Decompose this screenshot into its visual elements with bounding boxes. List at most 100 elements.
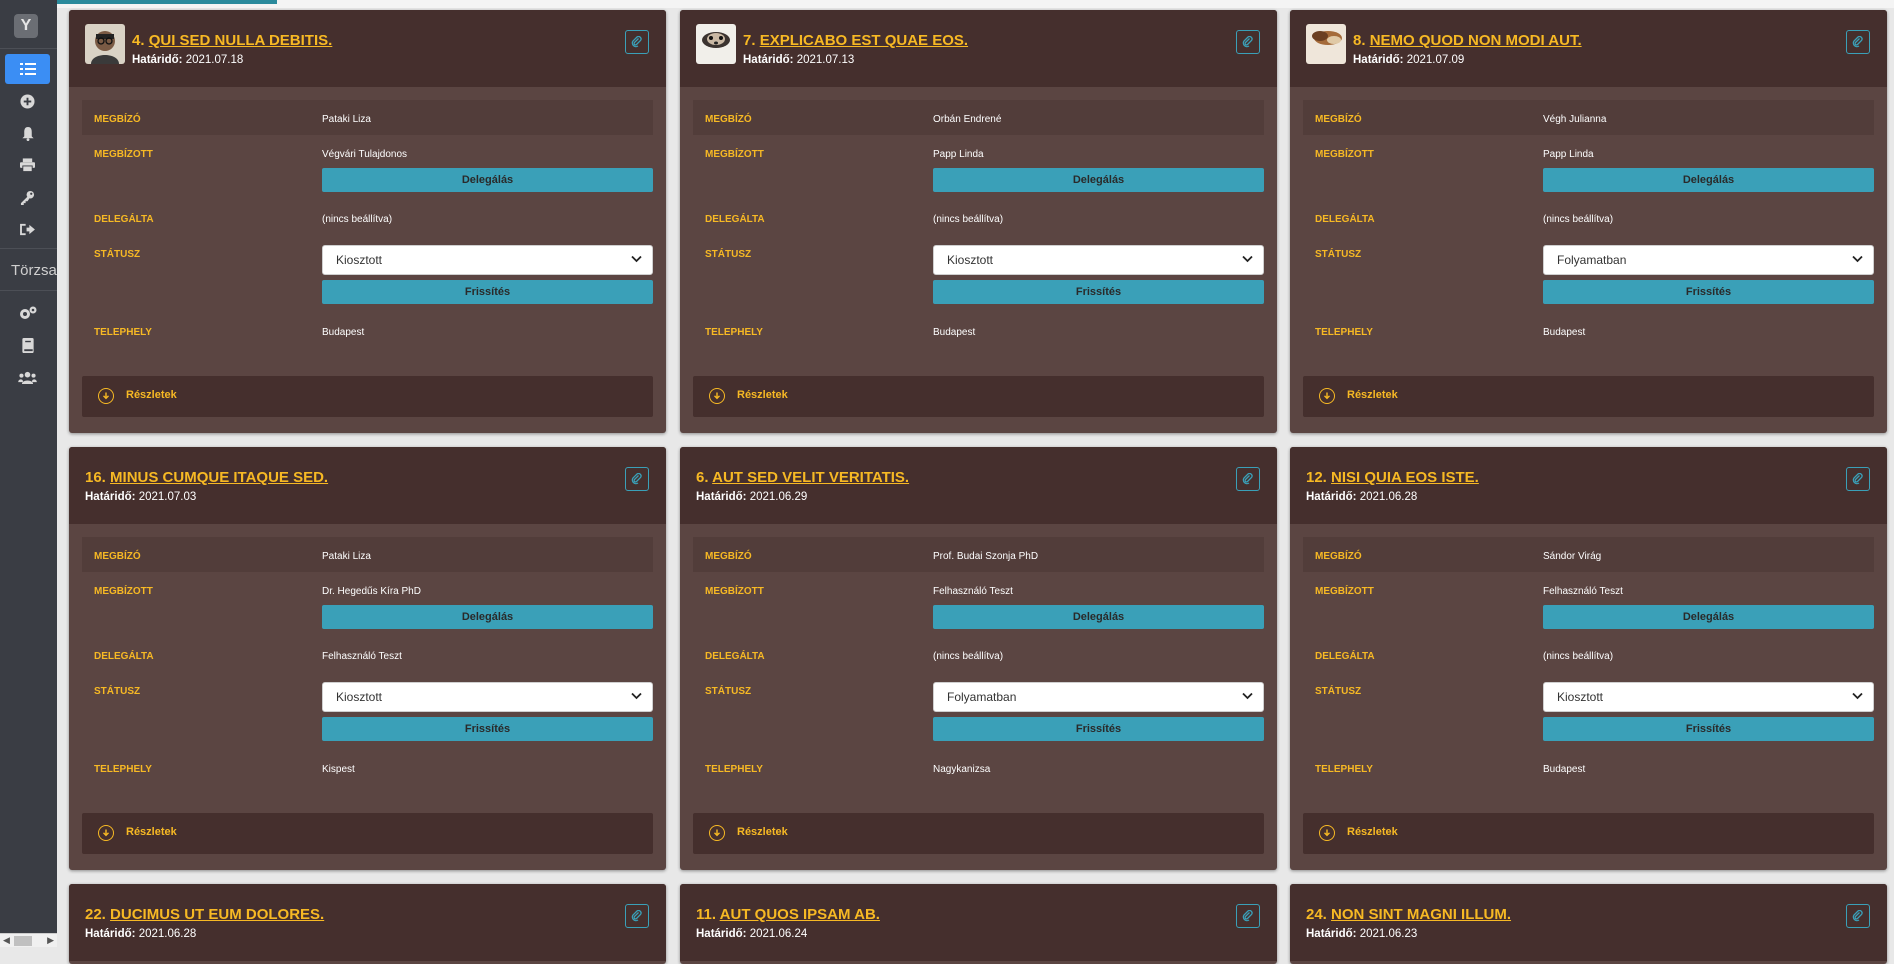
task-number: 22. (85, 906, 106, 923)
task-card: 4. QUI SED NULLA DEBITIS. Határidő: 2021.… (69, 10, 666, 433)
chevron-down-icon (631, 691, 642, 703)
card-title[interactable]: 6. AUT SED VELIT VERITATIS. (696, 469, 909, 486)
chevron-down-icon (631, 254, 642, 266)
status-select[interactable]: Kiosztott (322, 682, 653, 712)
status-select[interactable]: Kiosztott (1543, 682, 1874, 712)
print-icon[interactable] (5, 150, 50, 180)
delegate-button[interactable]: Delegálás (1543, 168, 1874, 192)
field-row-statusz: STÁTUSZ Folyamatban Frissítés (1303, 237, 1874, 317)
status-select[interactable]: Folyamatban (1543, 245, 1874, 275)
horizontal-scrollbar[interactable]: ◀ ▶ (0, 933, 57, 947)
deadline: Határidő: 2021.07.09 (1353, 54, 1464, 66)
task-title-link[interactable]: NISI QUIA EOS ISTE. (1331, 469, 1479, 486)
delegate-button[interactable]: Delegálás (933, 168, 1264, 192)
card-title[interactable]: 16. MINUS CUMQUE ITAQUE SED. (85, 469, 328, 486)
delegate-button[interactable]: Delegálás (322, 168, 653, 192)
field-row-megbizo: MEGBÍZÓ Prof. Budai Szonja PhD (693, 537, 1264, 572)
arrow-circle-down-icon (709, 388, 725, 404)
loading-progress (57, 0, 277, 4)
card-title[interactable]: 11. AUT QUOS IPSAM AB. (696, 906, 880, 923)
delegate-button[interactable]: Delegálás (1543, 605, 1874, 629)
card-title[interactable]: 12. NISI QUIA EOS ISTE. (1306, 469, 1479, 486)
delegate-button[interactable]: Delegálás (933, 605, 1264, 629)
deadline-label: Határidő: (696, 928, 747, 940)
status-select[interactable]: Kiosztott (933, 245, 1264, 275)
field-row-megbizott: MEGBÍZOTT Felhasználó Teszt Delegálás (1303, 572, 1874, 639)
field-value: (nincs beállítva) (933, 214, 1004, 225)
status-value: Kiosztott (336, 253, 383, 267)
refresh-button[interactable]: Frissítés (1543, 280, 1874, 304)
details-toggle[interactable]: Részletek (82, 813, 653, 854)
book-icon[interactable] (5, 330, 50, 360)
app-logo[interactable]: Y (14, 14, 38, 38)
field-label: MEGBÍZÓ (705, 551, 752, 562)
card-header: 4. QUI SED NULLA DEBITIS. Határidő: 2021.… (69, 10, 666, 87)
attachment-button[interactable] (625, 904, 649, 928)
field-value: Sándor Virág (1543, 551, 1602, 562)
refresh-button[interactable]: Frissítés (1543, 717, 1874, 741)
details-toggle[interactable]: Részletek (1303, 376, 1874, 417)
details-toggle[interactable]: Részletek (82, 376, 653, 417)
field-label: TELEPHELY (705, 764, 763, 775)
task-title-link[interactable]: AUT QUOS IPSAM AB. (720, 906, 880, 923)
task-title-link[interactable]: NEMO QUOD NON MODI AUT. (1370, 32, 1582, 49)
card-title[interactable]: 8. NEMO QUOD NON MODI AUT. (1353, 32, 1582, 49)
attachment-button[interactable] (625, 467, 649, 491)
deadline: Határidő: 2021.07.13 (743, 54, 854, 66)
status-select[interactable]: Folyamatban (933, 682, 1264, 712)
refresh-button[interactable]: Frissítés (322, 717, 653, 741)
sign-out-icon[interactable] (5, 214, 50, 244)
field-value: (nincs beállítva) (933, 651, 1004, 662)
field-row-megbizo: MEGBÍZÓ Orbán Endrené (693, 100, 1264, 135)
deadline-value: 2021.06.28 (1359, 491, 1418, 503)
scrollbar-thumb[interactable] (14, 936, 32, 946)
refresh-button[interactable]: Frissítés (322, 280, 653, 304)
field-label: DELEGÁLTA (705, 651, 765, 662)
attachment-button[interactable] (1846, 30, 1870, 54)
paperclip-icon (1852, 473, 1863, 485)
details-label: Részletek (737, 389, 788, 401)
cogs-icon[interactable] (5, 298, 50, 328)
card-title[interactable]: 7. EXPLICABO EST QUAE EOS. (743, 32, 968, 49)
task-title-link[interactable]: DUCIMUS UT EUM DOLORES. (110, 906, 324, 923)
plus-circle-icon[interactable] (5, 86, 50, 116)
bell-icon[interactable] (5, 118, 50, 148)
field-value: Budapest (1543, 764, 1586, 775)
details-toggle[interactable]: Részletek (1303, 813, 1874, 854)
arrow-circle-down-icon (1319, 825, 1335, 841)
deadline-label: Határidő: (85, 491, 136, 503)
attachment-button[interactable] (1236, 467, 1260, 491)
refresh-button[interactable]: Frissítés (933, 717, 1264, 741)
attachment-button[interactable] (1846, 467, 1870, 491)
field-row-statusz: STÁTUSZ Kiosztott Frissítés (693, 237, 1264, 317)
task-number: 7. (743, 32, 756, 49)
scroll-left-icon[interactable]: ◀ (3, 935, 10, 946)
task-title-link[interactable]: NON SINT MAGNI ILLUM. (1331, 906, 1511, 923)
status-select[interactable]: Kiosztott (322, 245, 653, 275)
attachment-button[interactable] (625, 30, 649, 54)
refresh-button[interactable]: Frissítés (933, 280, 1264, 304)
attachment-button[interactable] (1846, 904, 1870, 928)
task-title-link[interactable]: MINUS CUMQUE ITAQUE SED. (110, 469, 328, 486)
paperclip-icon (631, 36, 642, 48)
card-title[interactable]: 22. DUCIMUS UT EUM DOLORES. (85, 906, 324, 923)
field-row-delegalta: DELEGÁLTA (nincs beállítva) (82, 202, 653, 237)
task-title-link[interactable]: AUT SED VELIT VERITATIS. (712, 469, 909, 486)
card-title[interactable]: 24. NON SINT MAGNI ILLUM. (1306, 906, 1511, 923)
card-title[interactable]: 4. QUI SED NULLA DEBITIS. (132, 32, 332, 49)
users-icon[interactable] (5, 362, 50, 392)
deadline-label: Határidő: (1353, 54, 1404, 66)
deadline-label: Határidő: (132, 54, 183, 66)
key-icon[interactable] (5, 182, 50, 212)
field-row-telephely: TELEPHELY Kispest (82, 754, 653, 789)
scroll-right-icon[interactable]: ▶ (47, 935, 54, 946)
details-toggle[interactable]: Részletek (693, 813, 1264, 854)
card-header: 8. NEMO QUOD NON MODI AUT. Határidő: 2021… (1290, 10, 1887, 87)
attachment-button[interactable] (1236, 904, 1260, 928)
task-title-link[interactable]: EXPLICABO EST QUAE EOS. (760, 32, 968, 49)
task-title-link[interactable]: QUI SED NULLA DEBITIS. (149, 32, 333, 49)
delegate-button[interactable]: Delegálás (322, 605, 653, 629)
details-toggle[interactable]: Részletek (693, 376, 1264, 417)
list-icon[interactable] (5, 54, 50, 84)
attachment-button[interactable] (1236, 30, 1260, 54)
